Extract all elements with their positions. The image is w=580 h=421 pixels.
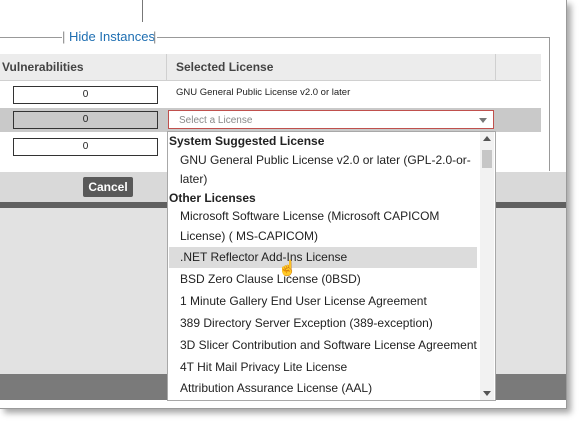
fieldset-border-left [0,37,62,38]
header-selected-license-label: Selected License [176,60,274,74]
option-0bsd[interactable]: BSD Zero Clause License (0BSD) [180,272,361,286]
option-4t-hit-mail[interactable]: 4T Hit Mail Privacy Lite License [180,360,347,374]
header-vulnerabilities: Vulnerabilities [0,54,167,81]
option-ms-capicom-cont[interactable]: License) ( MS-CAPICOM) [180,229,318,243]
license-select-placeholder: Select a License [179,115,253,126]
option-ms-capicom[interactable]: Microsoft Software License (Microsoft CA… [180,209,439,223]
vulnerabilities-field[interactable]: 0 [13,86,158,104]
header-vulnerabilities-label: Vulnerabilities [2,60,84,74]
scroll-up-icon[interactable] [483,136,491,141]
hand-cursor-icon: ☝ [278,260,297,277]
legend-pipe-right: | [153,29,157,44]
option-3d-slicer[interactable]: 3D Slicer Contribution and Software Lice… [180,338,477,352]
option-net-reflector[interactable]: .NET Reflector Add-Ins License [180,250,347,264]
vulnerabilities-field[interactable]: 0 [13,111,158,129]
table-row: 0 Select a License [0,108,541,132]
option-1-minute-gallery[interactable]: 1 Minute Gallery End User License Agreem… [180,294,427,308]
option-aal[interactable]: Attribution Assurance License (AAL) [180,381,372,395]
scroll-thumb[interactable] [482,150,492,168]
dropdown-scrollbar[interactable] [480,132,494,400]
legend-pipe-left: | [62,29,66,44]
connector-line [142,0,143,22]
option-gpl-2-or-later-cont[interactable]: later) [180,172,207,186]
header-extra [496,54,541,81]
fieldset-border-right [157,37,550,38]
license-dropdown-list[interactable]: System Suggested License GNU General Pub… [167,131,496,401]
license-select[interactable]: Select a License [168,110,494,129]
hide-instances-link[interactable]: Hide Instances [68,29,156,44]
scroll-down-icon[interactable] [483,391,491,396]
option-gpl-2-or-later[interactable]: GNU General Public License v2.0 or later… [180,153,471,167]
selected-license-text: GNU General Public License v2.0 or later [176,87,351,98]
header-selected-license: Selected License [167,54,496,81]
cancel-button[interactable]: Cancel [83,177,133,197]
chevron-down-icon [479,118,487,123]
group-other-licenses: Other Licenses [169,191,256,205]
table-row: 0 GNU General Public License v2.0 or lat… [0,81,541,107]
group-system-suggested: System Suggested License [169,134,325,148]
vulnerabilities-field[interactable]: 0 [13,138,158,156]
option-389-exception[interactable]: 389 Directory Server Exception (389-exce… [180,316,433,330]
fieldset-border-side [549,37,550,171]
